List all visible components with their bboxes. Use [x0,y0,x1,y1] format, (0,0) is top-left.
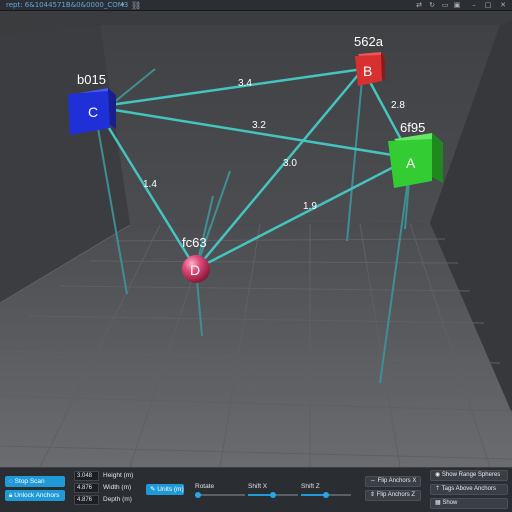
distance-label-c-d: 1.4 [143,179,157,190]
anchor-b[interactable]: B 562a [354,34,385,86]
folder-icon[interactable]: ▭ [439,0,451,11]
depth-label: Depth (m) [103,496,132,503]
width-label: Width (m) [103,484,132,491]
shift-x-label: Shift X [248,483,268,490]
window-title: rept: 6&1044571B&0&0000_COM3 [6,1,129,9]
minimize-button[interactable]: – [468,0,480,11]
arrow-up-icon: ⇡ [435,486,442,492]
rotate-label: Rotate [195,483,215,490]
swap-horizontal-icon: ⇔ [370,478,378,484]
show-range-spheres-button[interactable]: ◉ Show Range Spheres [430,470,508,481]
rotate-slider[interactable] [194,492,245,498]
refresh-icon[interactable]: ↻ [426,0,438,11]
maximize-button[interactable]: □ [482,0,494,11]
save-icon[interactable]: ▣ [451,0,463,11]
show-button[interactable]: ▦ Show [430,498,508,509]
rotate-slider-thumb[interactable] [194,492,201,498]
unlink-icon[interactable]: ⛓ [131,0,141,11]
anchor-letter-a: A [406,155,416,171]
anchor-name-c: b015 [77,72,106,87]
flip-anchors-z-button[interactable]: ⇕ Flip Anchors Z [365,490,421,501]
distance-label-b-a: 2.8 [391,100,405,111]
flip-anchors-x-button[interactable]: ⇔ Flip Anchors X [365,476,421,487]
tags-above-anchors-button[interactable]: ⇡ Tags Above Anchors [430,484,508,495]
unlock-anchors-button[interactable]: 🔒︎ Unlock Anchors [5,490,65,501]
anchor-name-b: 562a [354,34,384,49]
shift-z-label: Shift Z [301,483,320,490]
chevron-down-icon[interactable]: ▾ [121,0,125,11]
control-bar: ◌ Stop Scan 🔒︎ Unlock Anchors 3.048 Heig… [0,467,512,512]
stop-scan-button[interactable]: ◌ Stop Scan [5,476,65,487]
3d-viewport[interactable]: 3.4 3.2 1.4 2.8 3.0 1.9 C b015 B 562a A [0,11,512,467]
scene-canvas[interactable]: 3.4 3.2 1.4 2.8 3.0 1.9 C b015 B 562a A [0,11,512,467]
height-field[interactable]: 3.048 [74,471,99,481]
title-bar: rept: 6&1044571B&0&0000_COM3 ▾ ⛓ ⇄ ↻ ▭ ▣… [0,0,512,11]
anchor-name-d: fc63 [182,235,207,250]
distance-label-a-d: 1.9 [303,201,317,212]
shift-z-slider-thumb[interactable] [323,492,329,498]
shift-x-slider-thumb[interactable] [270,492,276,498]
shift-z-slider[interactable] [301,492,351,498]
distance-label-b-d: 3.0 [283,158,297,169]
distance-label-c-b: 3.4 [238,78,252,89]
share-icon[interactable]: ⇄ [413,0,425,11]
width-field[interactable]: 4.876 [74,483,99,493]
anchor-letter-b: B [363,63,372,79]
close-button[interactable]: ✕ [497,0,509,11]
swap-vertical-icon: ⇕ [370,492,377,498]
floor [0,223,512,467]
anchor-name-a: 6f95 [400,120,425,135]
shift-x-slider[interactable] [248,492,298,498]
height-label: Height (m) [103,472,134,479]
distance-label-c-a: 3.2 [252,120,266,131]
anchor-letter-c: C [88,104,98,120]
anchor-letter-d: D [190,262,200,278]
depth-field[interactable]: 4.876 [74,495,99,505]
eye-icon: ◉ [435,472,442,478]
units-button[interactable]: ✎ Units (m) [146,484,184,495]
